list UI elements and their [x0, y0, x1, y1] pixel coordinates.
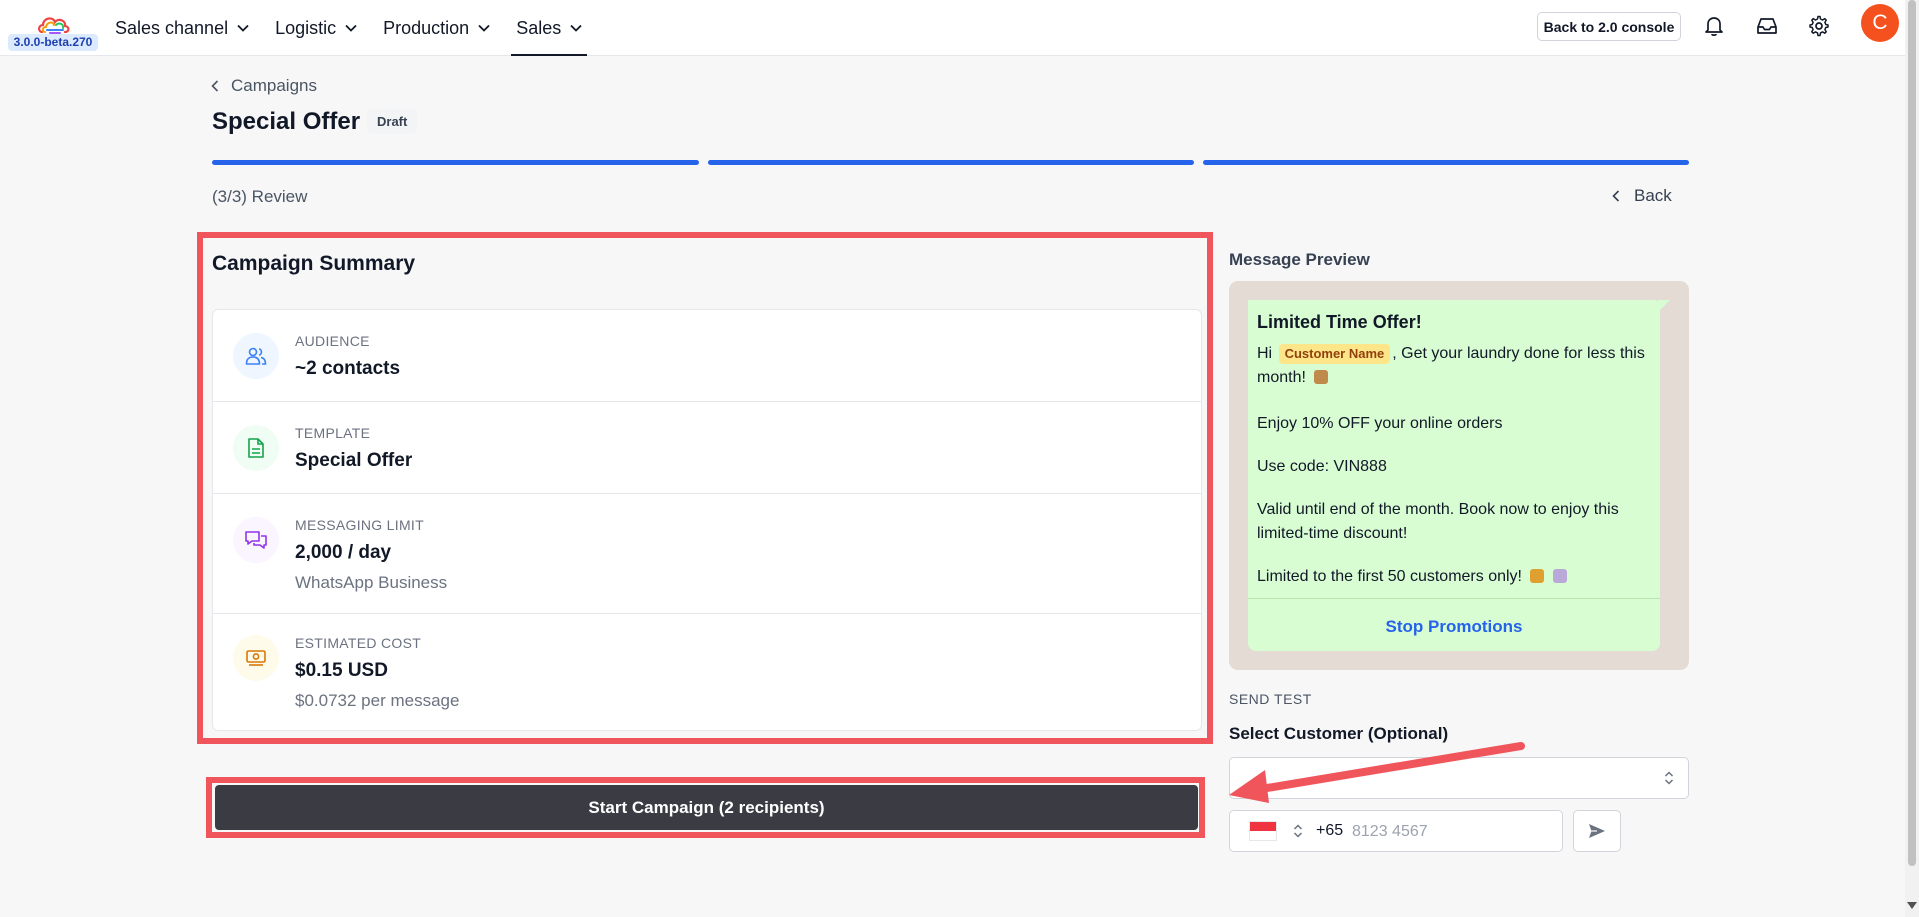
- country-code-selector-icon[interactable]: [1293, 823, 1303, 844]
- chevron-down-icon: [345, 24, 357, 32]
- customer-name-variable: Customer Name: [1278, 344, 1391, 364]
- row-subtext: $0.0732 per message: [295, 691, 460, 710]
- back-button[interactable]: Back: [1612, 186, 1672, 206]
- summary-row-template: TEMPLATE Special Offer: [213, 402, 1201, 494]
- message-line-discount: Enjoy 10% OFF your online orders: [1257, 415, 1503, 432]
- bell-icon[interactable]: [1702, 14, 1726, 38]
- back-label: Back: [1634, 186, 1672, 205]
- greeting-text: Hi: [1257, 345, 1273, 362]
- nav-label: Sales: [516, 17, 562, 38]
- scroll-down-arrow-icon[interactable]: [1907, 902, 1917, 909]
- row-label: AUDIENCE: [295, 333, 370, 349]
- scroll-thumb[interactable]: [1908, 0, 1916, 866]
- summary-row-estimated-cost: ESTIMATED COST $0.15 USD $0.0732 per mes…: [213, 614, 1201, 731]
- chevron-left-icon: [211, 80, 219, 92]
- send-test-label: SEND TEST: [1229, 691, 1312, 707]
- breadcrumb[interactable]: Campaigns: [211, 76, 317, 96]
- row-subtext: WhatsApp Business: [295, 573, 448, 592]
- progress-step-2: [708, 160, 1194, 165]
- summary-row-messaging-limit: MESSAGING LIMIT 2,000 / day WhatsApp Bus…: [213, 494, 1201, 614]
- status-badge: Draft: [367, 109, 418, 134]
- message-line-limit: Limited to the first 50 customers only!: [1257, 565, 1657, 589]
- bubble-divider: [1248, 598, 1660, 599]
- nav-label: Production: [383, 17, 470, 38]
- nav-sales[interactable]: Sales: [503, 0, 595, 56]
- progress-step-3: [1203, 160, 1689, 165]
- row-value: 2,000 / day: [295, 542, 392, 563]
- chevron-left-icon: [1612, 190, 1620, 202]
- back-to-console-button[interactable]: Back to 2.0 console: [1537, 12, 1681, 41]
- chat-bubbles-icon: [233, 517, 279, 563]
- chevron-down-icon: [478, 24, 490, 32]
- chevron-down-icon: [237, 24, 249, 32]
- phone-number-input[interactable]: [1352, 820, 1552, 844]
- row-value: $0.15 USD: [295, 660, 388, 681]
- nav-label: Sales channel: [115, 17, 229, 38]
- message-line-code: Use code: VIN888: [1257, 458, 1387, 475]
- row-label: ESTIMATED COST: [295, 635, 422, 651]
- message-title: Limited Time Offer!: [1257, 312, 1422, 332]
- row-value: ~2 contacts: [295, 358, 401, 379]
- cloud-logo-icon: [38, 17, 70, 34]
- nav-label: Logistic: [275, 17, 337, 38]
- shirt-emoji-icon: [1552, 569, 1567, 583]
- progress-step-1: [212, 160, 699, 165]
- send-test-button[interactable]: [1573, 810, 1621, 852]
- top-navbar: 3.0.0-beta.270 Sales channel Logistic Pr…: [0, 0, 1905, 56]
- chevron-up-down-icon: [1664, 770, 1674, 791]
- page-title: Special Offer: [212, 108, 361, 135]
- gear-icon[interactable]: [1807, 14, 1831, 38]
- start-campaign-button[interactable]: Start Campaign (2 recipients): [215, 785, 1198, 830]
- nav-production[interactable]: Production: [370, 0, 503, 56]
- breadcrumb-campaigns-link[interactable]: Campaigns: [231, 76, 317, 96]
- users-icon: [233, 333, 279, 379]
- version-badge: 3.0.0-beta.270: [8, 34, 98, 51]
- user-avatar[interactable]: C: [1861, 4, 1899, 42]
- basket-emoji-icon: [1314, 370, 1329, 384]
- message-bubble: Limited Time Offer! Hi Customer Name, Ge…: [1248, 300, 1670, 651]
- message-preview-panel: Limited Time Offer! Hi Customer Name, Ge…: [1229, 281, 1689, 670]
- summary-row-audience: AUDIENCE ~2 contacts: [213, 310, 1201, 402]
- campaign-summary-card: AUDIENCE ~2 contacts TEMPLATE Special Of…: [212, 309, 1202, 731]
- summary-title: Campaign Summary: [212, 252, 416, 275]
- row-value: Special Offer: [295, 450, 413, 471]
- row-label: MESSAGING LIMIT: [295, 517, 424, 533]
- send-icon: [1589, 824, 1605, 838]
- app-logo[interactable]: 3.0.0-beta.270: [8, 10, 98, 52]
- dial-code: +65: [1316, 822, 1344, 839]
- message-line-validity: Valid until end of the month. Book now t…: [1257, 501, 1619, 542]
- annotation-arrow: [1229, 742, 1525, 803]
- message-line-greeting: Hi Customer Name, Get your laundry done …: [1257, 342, 1657, 390]
- page-scrollbar[interactable]: [1905, 0, 1919, 917]
- message-preview-title: Message Preview: [1229, 250, 1370, 269]
- running-emoji-icon: [1530, 569, 1545, 583]
- nav-sales-channel[interactable]: Sales channel: [102, 0, 262, 56]
- phone-number-field[interactable]: +65: [1229, 810, 1563, 852]
- step-label: (3/3) Review: [212, 187, 308, 206]
- limit-text: Limited to the first 50 customers only!: [1257, 568, 1522, 585]
- money-icon: [233, 635, 279, 681]
- chevron-down-icon: [570, 24, 582, 32]
- main-nav: Sales channel Logistic Production Sales: [102, 0, 595, 56]
- stop-promotions-button[interactable]: Stop Promotions: [1248, 617, 1660, 637]
- document-icon: [233, 425, 279, 471]
- row-label: TEMPLATE: [295, 425, 371, 441]
- inbox-icon[interactable]: [1755, 14, 1779, 38]
- singapore-flag-icon[interactable]: [1249, 821, 1277, 841]
- nav-logistic[interactable]: Logistic: [262, 0, 370, 56]
